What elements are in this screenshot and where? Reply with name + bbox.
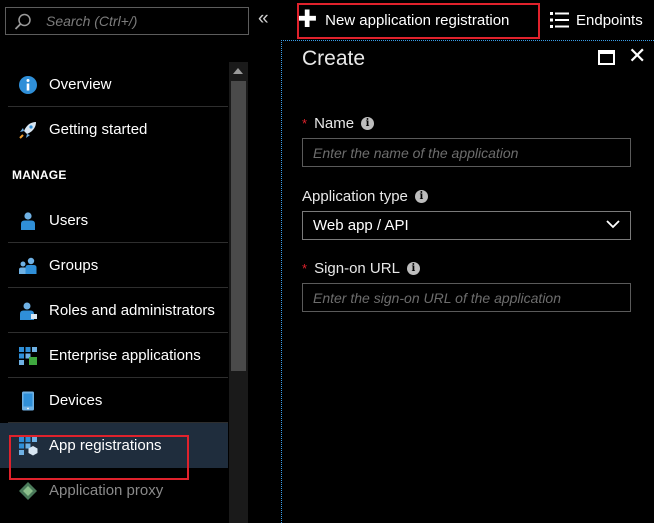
user-icon	[21, 211, 35, 230]
scroll-up-arrow-icon[interactable]	[233, 68, 243, 74]
plus-icon: ✚	[297, 6, 318, 33]
command-bar: ✚ New application registration Endpoints	[281, 0, 654, 39]
sign-on-url-input[interactable]	[302, 283, 631, 312]
search-icon	[14, 13, 31, 30]
nav-item-label: App registrations	[49, 437, 162, 454]
blade-title: Create	[302, 47, 366, 70]
roles-icon	[20, 302, 37, 320]
name-label-text: Name	[314, 115, 355, 132]
nav-item-roles-and-administrators[interactable]: Roles and administrators	[0, 288, 228, 333]
app-registrations-icon	[19, 436, 38, 455]
device-icon	[22, 391, 34, 410]
nav-item-users[interactable]: Users	[0, 198, 228, 243]
new-application-registration-label: New application registration	[325, 11, 510, 29]
nav-scrollbar[interactable]	[229, 62, 248, 523]
section-header-manage: MANAGE	[12, 168, 67, 182]
new-application-registration-button[interactable]: ✚ New application registration	[297, 3, 509, 37]
list-icon	[550, 12, 569, 28]
application-type-label: Application type i	[302, 188, 428, 205]
search-placeholder: Search (Ctrl+/)	[46, 13, 138, 29]
info-icon[interactable]: i	[414, 190, 428, 203]
nav-list: Overview Getting started MANAGE Users Gr…	[0, 62, 228, 513]
application-type-value: Web app / API	[313, 217, 409, 234]
nav-item-groups[interactable]: Groups	[0, 243, 228, 288]
create-blade: Create ✕ * Name i Application type i Web…	[281, 40, 654, 523]
nav-item-getting-started[interactable]: Getting started	[0, 107, 228, 152]
collapse-nav-button[interactable]: «	[258, 6, 269, 32]
nav-item-label: Users	[49, 212, 89, 229]
nav-item-label: Getting started	[49, 121, 148, 138]
nav-item-app-registrations[interactable]: App registrations	[0, 423, 228, 468]
close-icon[interactable]: ✕	[628, 45, 646, 67]
name-input[interactable]	[302, 138, 631, 167]
info-icon[interactable]: i	[361, 117, 375, 130]
nav-item-label: Application proxy	[49, 482, 164, 499]
scroll-thumb[interactable]	[231, 81, 246, 371]
application-type-select[interactable]: Web app / API	[302, 211, 631, 240]
name-field-label: * Name i	[302, 115, 375, 132]
enterprise-apps-icon	[19, 346, 37, 365]
nav-item-overview[interactable]: Overview	[0, 62, 228, 107]
rocket-icon	[19, 121, 36, 139]
nav-item-devices[interactable]: Devices	[0, 378, 228, 423]
nav-item-label: Groups	[49, 257, 99, 274]
endpoints-label: Endpoints	[576, 11, 643, 29]
nav-item-application-proxy[interactable]: Application proxy	[0, 468, 228, 513]
chevron-down-icon	[606, 220, 620, 229]
search-box[interactable]: Search (Ctrl+/)	[5, 7, 249, 35]
nav-item-label: Overview	[49, 76, 112, 93]
app-proxy-icon	[19, 481, 37, 500]
nav-item-enterprise-applications[interactable]: Enterprise applications	[0, 333, 228, 378]
info-icon[interactable]: i	[406, 262, 420, 275]
sign-on-url-field-label: * Sign-on URL i	[302, 260, 420, 277]
required-marker: *	[302, 261, 308, 276]
info-icon	[19, 75, 37, 94]
sign-on-url-label-text: Sign-on URL	[314, 260, 400, 277]
maximize-icon[interactable]	[598, 50, 615, 65]
application-type-label-text: Application type	[302, 188, 408, 205]
group-icon	[19, 257, 37, 274]
left-navigation: Search (Ctrl+/) Overview Getting started	[0, 0, 249, 523]
endpoints-button[interactable]: Endpoints	[550, 3, 643, 37]
nav-item-label: Roles and administrators	[49, 302, 215, 319]
nav-item-label: Devices	[49, 392, 103, 409]
required-marker: *	[302, 116, 308, 131]
nav-item-label: Enterprise applications	[49, 347, 201, 364]
